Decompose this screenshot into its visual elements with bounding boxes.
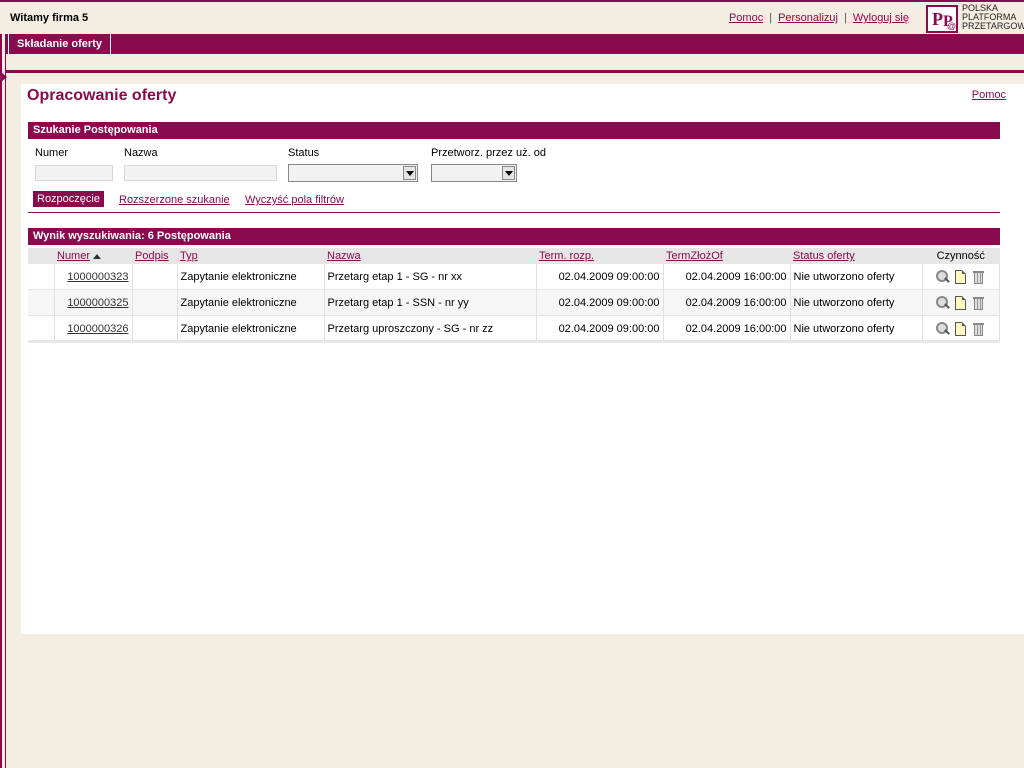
cell-numer: 1000000326 <box>54 315 133 342</box>
column-header-typ[interactable]: Typ <box>177 248 324 264</box>
sort-ascending-icon <box>93 253 102 259</box>
document-icon[interactable] <box>955 321 967 336</box>
status-label: Status <box>288 147 320 159</box>
separator: | <box>843 12 847 24</box>
main-content: Opracowanie oferty Pomoc Szukanie Postęp… <box>21 84 1024 634</box>
trash-icon[interactable] <box>972 322 986 336</box>
top-bar: Witamy firma 5 Pomoc | Personalizuj | Wylogu… <box>0 0 1024 34</box>
trash-icon[interactable] <box>972 296 986 310</box>
sort-numer-link[interactable]: Numer <box>57 250 90 262</box>
logo-text: POLSKA PLATFORMA PRZETARGOWA <box>962 3 1024 31</box>
search-icon[interactable] <box>935 321 951 336</box>
column-header-nazwa[interactable]: Nazwa <box>324 248 536 264</box>
cell-actions <box>922 264 1000 290</box>
cell-podpis <box>132 289 178 316</box>
numer-link[interactable]: 1000000323 <box>67 271 128 283</box>
advanced-search-link[interactable]: Rozszerzone szukanie <box>119 194 230 206</box>
column-header-term-zloz[interactable]: TermZłożOf <box>663 248 790 264</box>
results-table: Numer Podpis Typ Nazwa Term. rozp. TermZ… <box>28 248 1000 342</box>
cell-term-zloz: 02.04.2009 16:00:00 <box>663 289 791 316</box>
row-selector[interactable] <box>28 315 55 342</box>
separator: | <box>769 12 773 24</box>
logout-link[interactable]: Wyloguj się <box>853 12 909 24</box>
cell-status: Nie utworzono oferty <box>790 264 923 290</box>
divider <box>28 212 1000 213</box>
left-strip-inner <box>2 34 5 768</box>
numer-link[interactable]: 1000000325 <box>67 297 128 309</box>
start-search-button[interactable]: Rozpoczęcie <box>33 191 104 207</box>
numer-input[interactable] <box>35 165 113 181</box>
column-header-czynnosc: Czynność <box>922 248 1000 264</box>
cell-actions <box>922 315 1000 342</box>
divider <box>0 70 1024 73</box>
cell-nazwa: Przetarg etap 1 - SG - nr xx <box>324 264 537 290</box>
table-row[interactable]: 1000000325 Zapytanie elektroniczne Przet… <box>28 289 1000 316</box>
cell-nazwa: Przetarg uproszczony - SG - nr zz <box>324 315 537 342</box>
cell-podpis <box>132 264 178 290</box>
cell-status: Nie utworzono oferty <box>790 289 923 316</box>
sub-nav-bar <box>8 54 1024 70</box>
table-footer <box>28 340 1000 343</box>
help-link[interactable]: Pomoc <box>729 12 763 24</box>
tab-skladanie-oferty[interactable]: Składanie oferty <box>8 34 111 54</box>
cell-nazwa: Przetarg etap 1 - SSN - nr yy <box>324 289 537 316</box>
chevron-down-icon[interactable] <box>403 166 416 180</box>
nazwa-input[interactable] <box>124 165 277 181</box>
document-icon[interactable] <box>955 269 967 284</box>
chevron-down-icon[interactable] <box>502 166 515 180</box>
column-header-status[interactable]: Status oferty <box>790 248 922 264</box>
welcome-text: Witamy firma 5 <box>10 12 89 24</box>
table-row[interactable]: 1000000323 Zapytanie elektroniczne Przet… <box>28 264 1000 290</box>
table-header-row: Numer Podpis Typ Nazwa Term. rozp. TermZ… <box>28 248 1000 264</box>
nazwa-label: Nazwa <box>124 147 158 159</box>
cell-term-zloz: 02.04.2009 16:00:00 <box>663 264 791 290</box>
numer-label: Numer <box>35 147 69 159</box>
trash-icon[interactable] <box>972 270 986 284</box>
logo-mark-icon: P P @ <box>926 5 958 33</box>
cell-status: Nie utworzono oferty <box>790 315 923 342</box>
row-selector[interactable] <box>28 264 55 290</box>
page-help-link[interactable]: Pomoc <box>972 89 1006 101</box>
select-column-header <box>28 248 54 264</box>
top-links: Pomoc | Personalizuj | Wyloguj się <box>729 12 909 24</box>
results-section-header: Wynik wyszukiwania: 6 Postępowania <box>28 228 1000 245</box>
column-header-podpis[interactable]: Podpis <box>132 248 177 264</box>
cell-typ: Zapytanie elektroniczne <box>177 315 325 342</box>
cell-typ: Zapytanie elektroniczne <box>177 289 325 316</box>
przetworz-label: Przetworz. przez uż. od <box>431 147 546 159</box>
cell-term-rozp: 02.04.2009 09:00:00 <box>536 289 664 316</box>
search-section-header: Szukanie Postępowania <box>28 122 1000 139</box>
column-header-term-rozp[interactable]: Term. rozp. <box>536 248 663 264</box>
cell-term-rozp: 02.04.2009 09:00:00 <box>536 315 664 342</box>
przetworz-select[interactable] <box>431 164 517 182</box>
cell-actions <box>922 289 1000 316</box>
status-select[interactable] <box>288 164 418 182</box>
logo: PP@ POLSKA PLATFORMA PRZETARGOWA <box>924 4 1024 34</box>
row-selector[interactable] <box>28 289 55 316</box>
numer-link[interactable]: 1000000326 <box>67 323 128 335</box>
search-icon[interactable] <box>935 295 951 310</box>
expand-arrow-icon[interactable] <box>1 72 7 82</box>
cell-numer: 1000000323 <box>54 264 133 290</box>
cell-typ: Zapytanie elektroniczne <box>177 264 325 290</box>
cell-term-rozp: 02.04.2009 09:00:00 <box>536 264 664 290</box>
page-title: Opracowanie oferty <box>27 87 177 104</box>
table-row[interactable]: 1000000326 Zapytanie elektroniczne Przet… <box>28 315 1000 342</box>
nav-bar <box>0 34 1024 54</box>
cell-term-zloz: 02.04.2009 16:00:00 <box>663 315 791 342</box>
personalize-link[interactable]: Personalizuj <box>778 12 838 24</box>
column-header-numer[interactable]: Numer <box>54 248 132 264</box>
cell-podpis <box>132 315 178 342</box>
document-icon[interactable] <box>955 295 967 310</box>
search-icon[interactable] <box>935 269 951 284</box>
cell-numer: 1000000325 <box>54 289 133 316</box>
clear-filters-link[interactable]: Wyczyść pola filtrów <box>245 194 344 206</box>
